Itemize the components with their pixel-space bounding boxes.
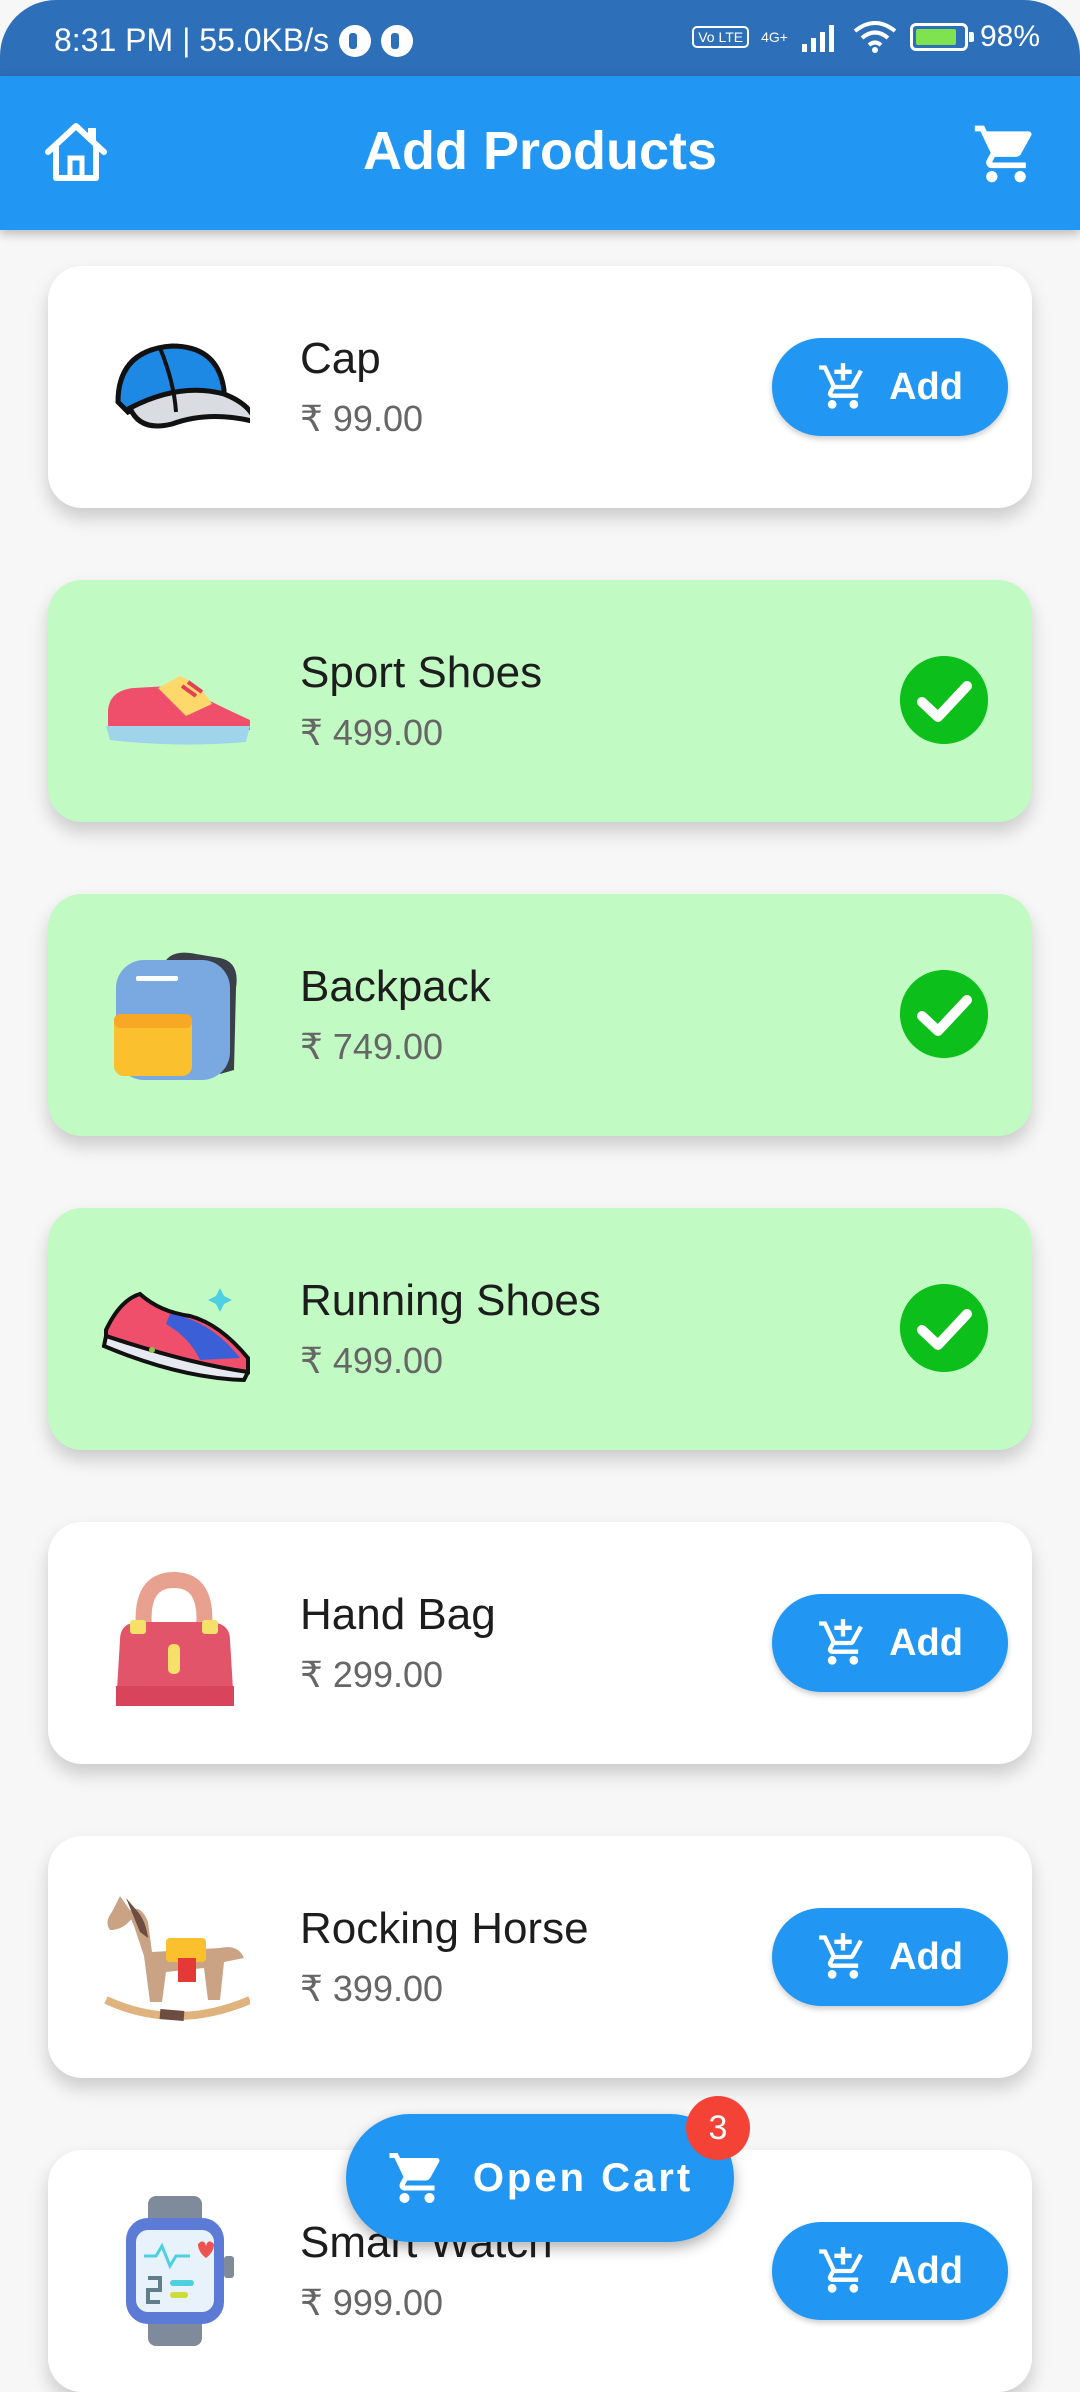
backpack-icon <box>114 952 237 1080</box>
product-price: ₹ 999.00 <box>300 2282 444 2323</box>
product-card-sport-shoes: Sport Shoes ₹ 499.00 <box>48 580 1032 822</box>
product-card-backpack: Backpack ₹ 749.00 <box>48 894 1032 1136</box>
add-button-label: Add <box>889 2249 963 2292</box>
status-right: Vo LTE 4G+ 98% <box>692 20 1040 54</box>
product-name: Rocking Horse <box>300 1904 589 1953</box>
check-icon <box>900 656 988 744</box>
add-button-label: Add <box>889 1621 963 1664</box>
cart-count-badge: 3 <box>686 2096 750 2160</box>
app-bar: Add Products <box>0 76 1080 230</box>
product-name: Cap <box>300 334 381 383</box>
add-cart-icon <box>819 363 863 409</box>
product-name: Sport Shoes <box>300 648 543 697</box>
product-price: ₹ 749.00 <box>300 1026 444 1067</box>
product-card-rocking-horse: Rocking Horse ₹ 399.00 Add <box>48 1836 1032 2078</box>
product-price: ₹ 499.00 <box>300 712 444 753</box>
running-shoes-icon <box>101 1288 250 1383</box>
add-cart-icon <box>819 1933 863 1979</box>
rocking-horse-icon <box>104 1896 250 2021</box>
battery-icon <box>909 23 974 51</box>
product-price: ₹ 99.00 <box>300 398 423 439</box>
add-to-cart-button[interactable]: Add <box>772 338 1008 436</box>
status-time: 8:31 PM | 55.0KB/s <box>54 22 330 58</box>
product-price: ₹ 299.00 <box>300 1654 444 1695</box>
product-name: Backpack <box>300 962 491 1011</box>
product-price: ₹ 399.00 <box>300 1968 444 2009</box>
add-to-cart-button[interactable]: Add <box>772 1908 1008 2006</box>
status-bar: 8:31 PM | 55.0KB/s Vo LTE 4G+ 98% <box>0 0 1080 76</box>
cart-icon[interactable] <box>972 120 1040 188</box>
status-left: 8:31 PM | 55.0KB/s <box>54 22 414 59</box>
signal-icon <box>801 25 834 52</box>
add-button-label: Add <box>889 1935 963 1978</box>
add-cart-icon <box>819 2247 863 2293</box>
notification-icon <box>381 24 414 57</box>
check-icon <box>900 970 988 1058</box>
smart-watch-icon <box>126 2196 234 2346</box>
product-card-running-shoes: Running Shoes ₹ 499.00 <box>48 1208 1032 1450</box>
page-title: Add Products <box>362 121 717 181</box>
product-card-cap: Cap ₹ 99.00 Add <box>48 266 1032 508</box>
add-cart-icon <box>819 1619 863 1665</box>
product-name: Running Shoes <box>300 1276 601 1325</box>
sport-shoes-icon <box>106 676 250 745</box>
battery-level: 98% <box>979 20 1040 53</box>
check-icon <box>900 1284 988 1372</box>
open-cart-button[interactable]: Open Cart <box>346 2114 734 2242</box>
add-to-cart-button[interactable]: Add <box>772 2222 1008 2320</box>
open-cart-label: Open Cart <box>472 2155 694 2200</box>
product-card-hand-bag: Hand Bag ₹ 299.00 Add <box>48 1522 1032 1764</box>
product-name: Hand Bag <box>300 1590 496 1639</box>
add-to-cart-button[interactable]: Add <box>772 1594 1008 1692</box>
hand-bag-icon <box>116 1571 234 1706</box>
product-price: ₹ 499.00 <box>300 1340 444 1381</box>
wifi-icon <box>853 21 897 53</box>
volte-icon: Vo LTE <box>692 26 750 48</box>
notification-icon <box>339 24 372 57</box>
add-button-label: Add <box>889 365 963 408</box>
cart-icon <box>389 2153 440 2203</box>
network-type: 4G+ <box>761 29 788 45</box>
cap-icon <box>115 343 250 429</box>
